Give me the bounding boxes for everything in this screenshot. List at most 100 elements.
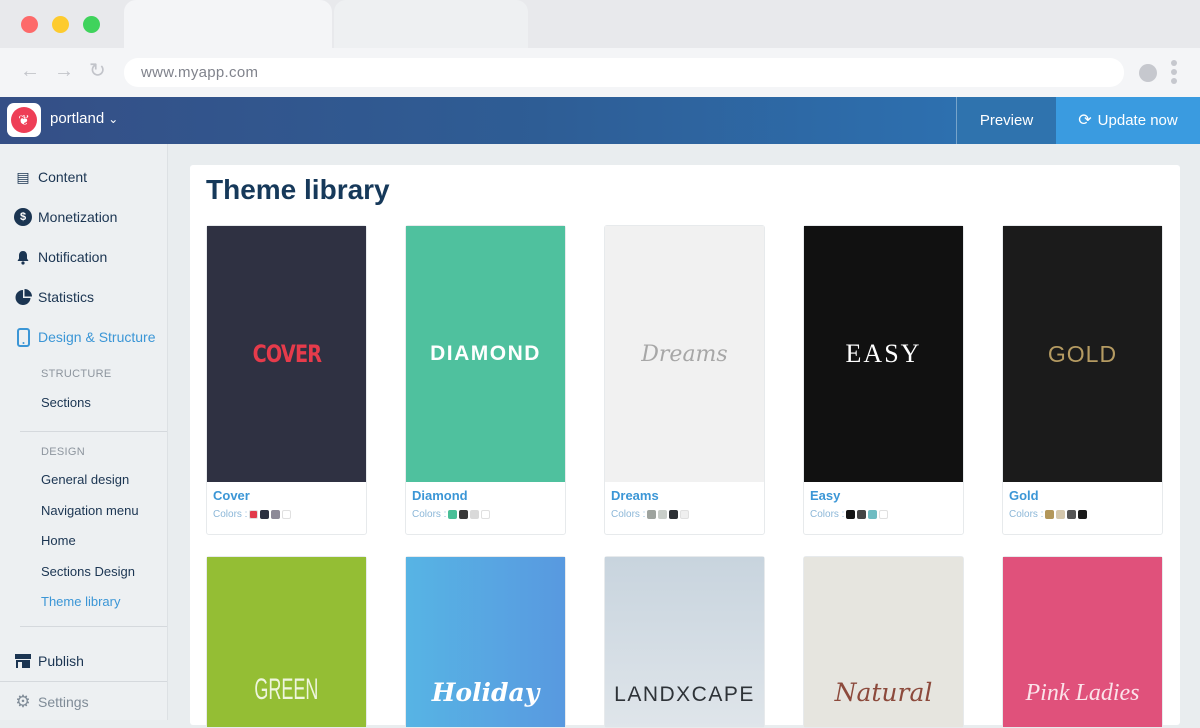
theme-card-holiday[interactable]: Holiday: [405, 556, 566, 728]
theme-preview-text: LANDXCAPE: [614, 683, 755, 706]
browser-tab-strip: [0, 0, 1200, 48]
theme-colors: Colors :: [1009, 509, 1156, 520]
theme-thumbnail[interactable]: GREEN: [207, 557, 366, 727]
colors-label: Colors :: [213, 509, 248, 520]
color-swatch: [669, 510, 679, 519]
app-switcher[interactable]: portland ⌄: [50, 110, 118, 127]
theme-name[interactable]: Diamond: [412, 488, 559, 503]
theme-name[interactable]: Cover: [213, 488, 360, 503]
theme-thumbnail[interactable]: Dreams: [605, 226, 764, 482]
sidebar-subitem-theme-library[interactable]: Theme library: [41, 594, 120, 609]
theme-card-cover[interactable]: COVER Cover Colors :: [206, 225, 367, 535]
reload-icon[interactable]: ↻: [89, 59, 106, 83]
chevron-down-icon: ⌄: [108, 112, 119, 126]
theme-card-dreams[interactable]: Dreams Dreams Colors :: [604, 225, 765, 535]
sidebar-item-label: Publish: [38, 653, 84, 669]
theme-name[interactable]: Gold: [1009, 488, 1156, 503]
theme-card-green[interactable]: GREEN: [206, 556, 367, 728]
refresh-icon: ⟳: [1078, 112, 1092, 129]
theme-card-gold[interactable]: GOLD Gold Colors :: [1002, 225, 1163, 535]
color-swatch: [680, 510, 690, 519]
theme-card-diamond[interactable]: DIAMOND Diamond Colors :: [405, 225, 566, 535]
sidebar-item-notification[interactable]: Notification: [14, 245, 107, 269]
browser-tab-active[interactable]: [124, 0, 332, 48]
theme-thumbnail[interactable]: Holiday: [406, 557, 565, 727]
sidebar-item-statistics[interactable]: Statistics: [14, 285, 94, 309]
theme-thumbnail[interactable]: COVER: [207, 226, 366, 482]
update-now-button[interactable]: ⟳ Update now: [1056, 97, 1200, 144]
dollar-icon: $: [14, 208, 32, 226]
theme-card-easy[interactable]: EASY Easy Colors :: [803, 225, 964, 535]
theme-colors: Colors :: [213, 509, 360, 520]
sidebar-subitem-general-design[interactable]: General design: [41, 472, 129, 487]
theme-info: Easy Colors :: [804, 482, 963, 534]
theme-card-natural[interactable]: Natural: [803, 556, 964, 728]
color-swatch: [1045, 510, 1055, 519]
colors-label: Colors :: [1009, 509, 1044, 520]
app-name: portland: [50, 110, 105, 127]
divider: [0, 681, 167, 682]
color-swatch: [647, 510, 657, 519]
profile-icon[interactable]: [1139, 64, 1157, 82]
browser-menu-icon[interactable]: [1171, 60, 1179, 87]
sidebar-subitem-navigation-menu[interactable]: Navigation menu: [41, 503, 139, 518]
theme-thumbnail[interactable]: LANDXCAPE: [605, 557, 764, 727]
theme-thumbnail[interactable]: DIAMOND: [406, 226, 565, 482]
color-swatch: [271, 510, 281, 519]
color-swatch: [857, 510, 867, 519]
theme-info: Gold Colors :: [1003, 482, 1162, 534]
theme-thumbnail[interactable]: GOLD: [1003, 226, 1162, 482]
gear-icon: ⚙: [15, 692, 31, 711]
mobile-phone-icon: [14, 327, 32, 347]
sidebar-item-settings[interactable]: ⚙ Settings: [14, 690, 88, 714]
logo-mark-icon: ❦: [11, 107, 37, 133]
theme-info: Cover Colors :: [207, 482, 366, 534]
maximize-window-button[interactable]: [83, 16, 100, 33]
theme-preview-text: Natural: [834, 678, 933, 707]
color-swatch: [1056, 510, 1066, 519]
sidebar-item-monetization[interactable]: $ Monetization: [14, 205, 117, 229]
browser-toolbar: ← → ↻ www.myapp.com: [0, 48, 1200, 97]
color-swatch: [1078, 510, 1088, 519]
theme-card-landxcape[interactable]: LANDXCAPE: [604, 556, 765, 728]
structure-heading: STRUCTURE: [41, 368, 112, 380]
theme-preview-text: Dreams: [641, 341, 728, 367]
address-bar[interactable]: www.myapp.com: [124, 58, 1124, 87]
close-window-button[interactable]: [21, 16, 38, 33]
app-logo[interactable]: ❦: [7, 103, 41, 137]
divider: [20, 626, 167, 627]
color-swatch: [448, 510, 458, 519]
preview-button[interactable]: Preview: [956, 97, 1056, 144]
color-swatch: [658, 510, 668, 519]
theme-thumbnail[interactable]: Natural: [804, 557, 963, 727]
sidebar-item-publish[interactable]: Publish: [14, 649, 84, 673]
sidebar-item-content[interactable]: ▤ Content: [14, 165, 87, 189]
sidebar-item-design-structure[interactable]: Design & Structure: [14, 325, 156, 349]
theme-thumbnail[interactable]: Pink Ladies: [1003, 557, 1162, 727]
store-icon: [14, 652, 32, 670]
forward-icon[interactable]: →: [54, 59, 74, 83]
sidebar-subitem-sections-design[interactable]: Sections Design: [41, 564, 135, 579]
sidebar: ▤ Content $ Monetization Notification Stat…: [0, 144, 168, 720]
theme-card-pink-ladies[interactable]: Pink Ladies: [1002, 556, 1163, 728]
theme-thumbnail[interactable]: EASY: [804, 226, 963, 482]
theme-name[interactable]: Dreams: [611, 488, 758, 503]
theme-name[interactable]: Easy: [810, 488, 957, 503]
browser-tab[interactable]: [334, 0, 528, 48]
sidebar-subitem-home[interactable]: Home: [41, 533, 76, 548]
pie-chart-icon: [14, 288, 32, 306]
sidebar-item-label: Statistics: [38, 289, 95, 305]
sidebar-item-label: Design & Structure: [38, 329, 156, 345]
theme-colors: Colors :: [412, 509, 559, 520]
color-swatch: [1067, 510, 1077, 519]
back-icon[interactable]: ←: [20, 59, 40, 83]
color-swatch: [879, 510, 889, 519]
theme-preview-text: EASY: [845, 339, 922, 368]
update-now-label: Update now: [1097, 112, 1178, 129]
color-swatch: [470, 510, 480, 519]
sidebar-subitem-sections[interactable]: Sections: [41, 395, 91, 410]
document-icon: ▤: [16, 168, 30, 185]
sidebar-item-label: Notification: [38, 249, 108, 265]
minimize-window-button[interactable]: [52, 16, 69, 33]
bell-icon: [14, 248, 32, 266]
